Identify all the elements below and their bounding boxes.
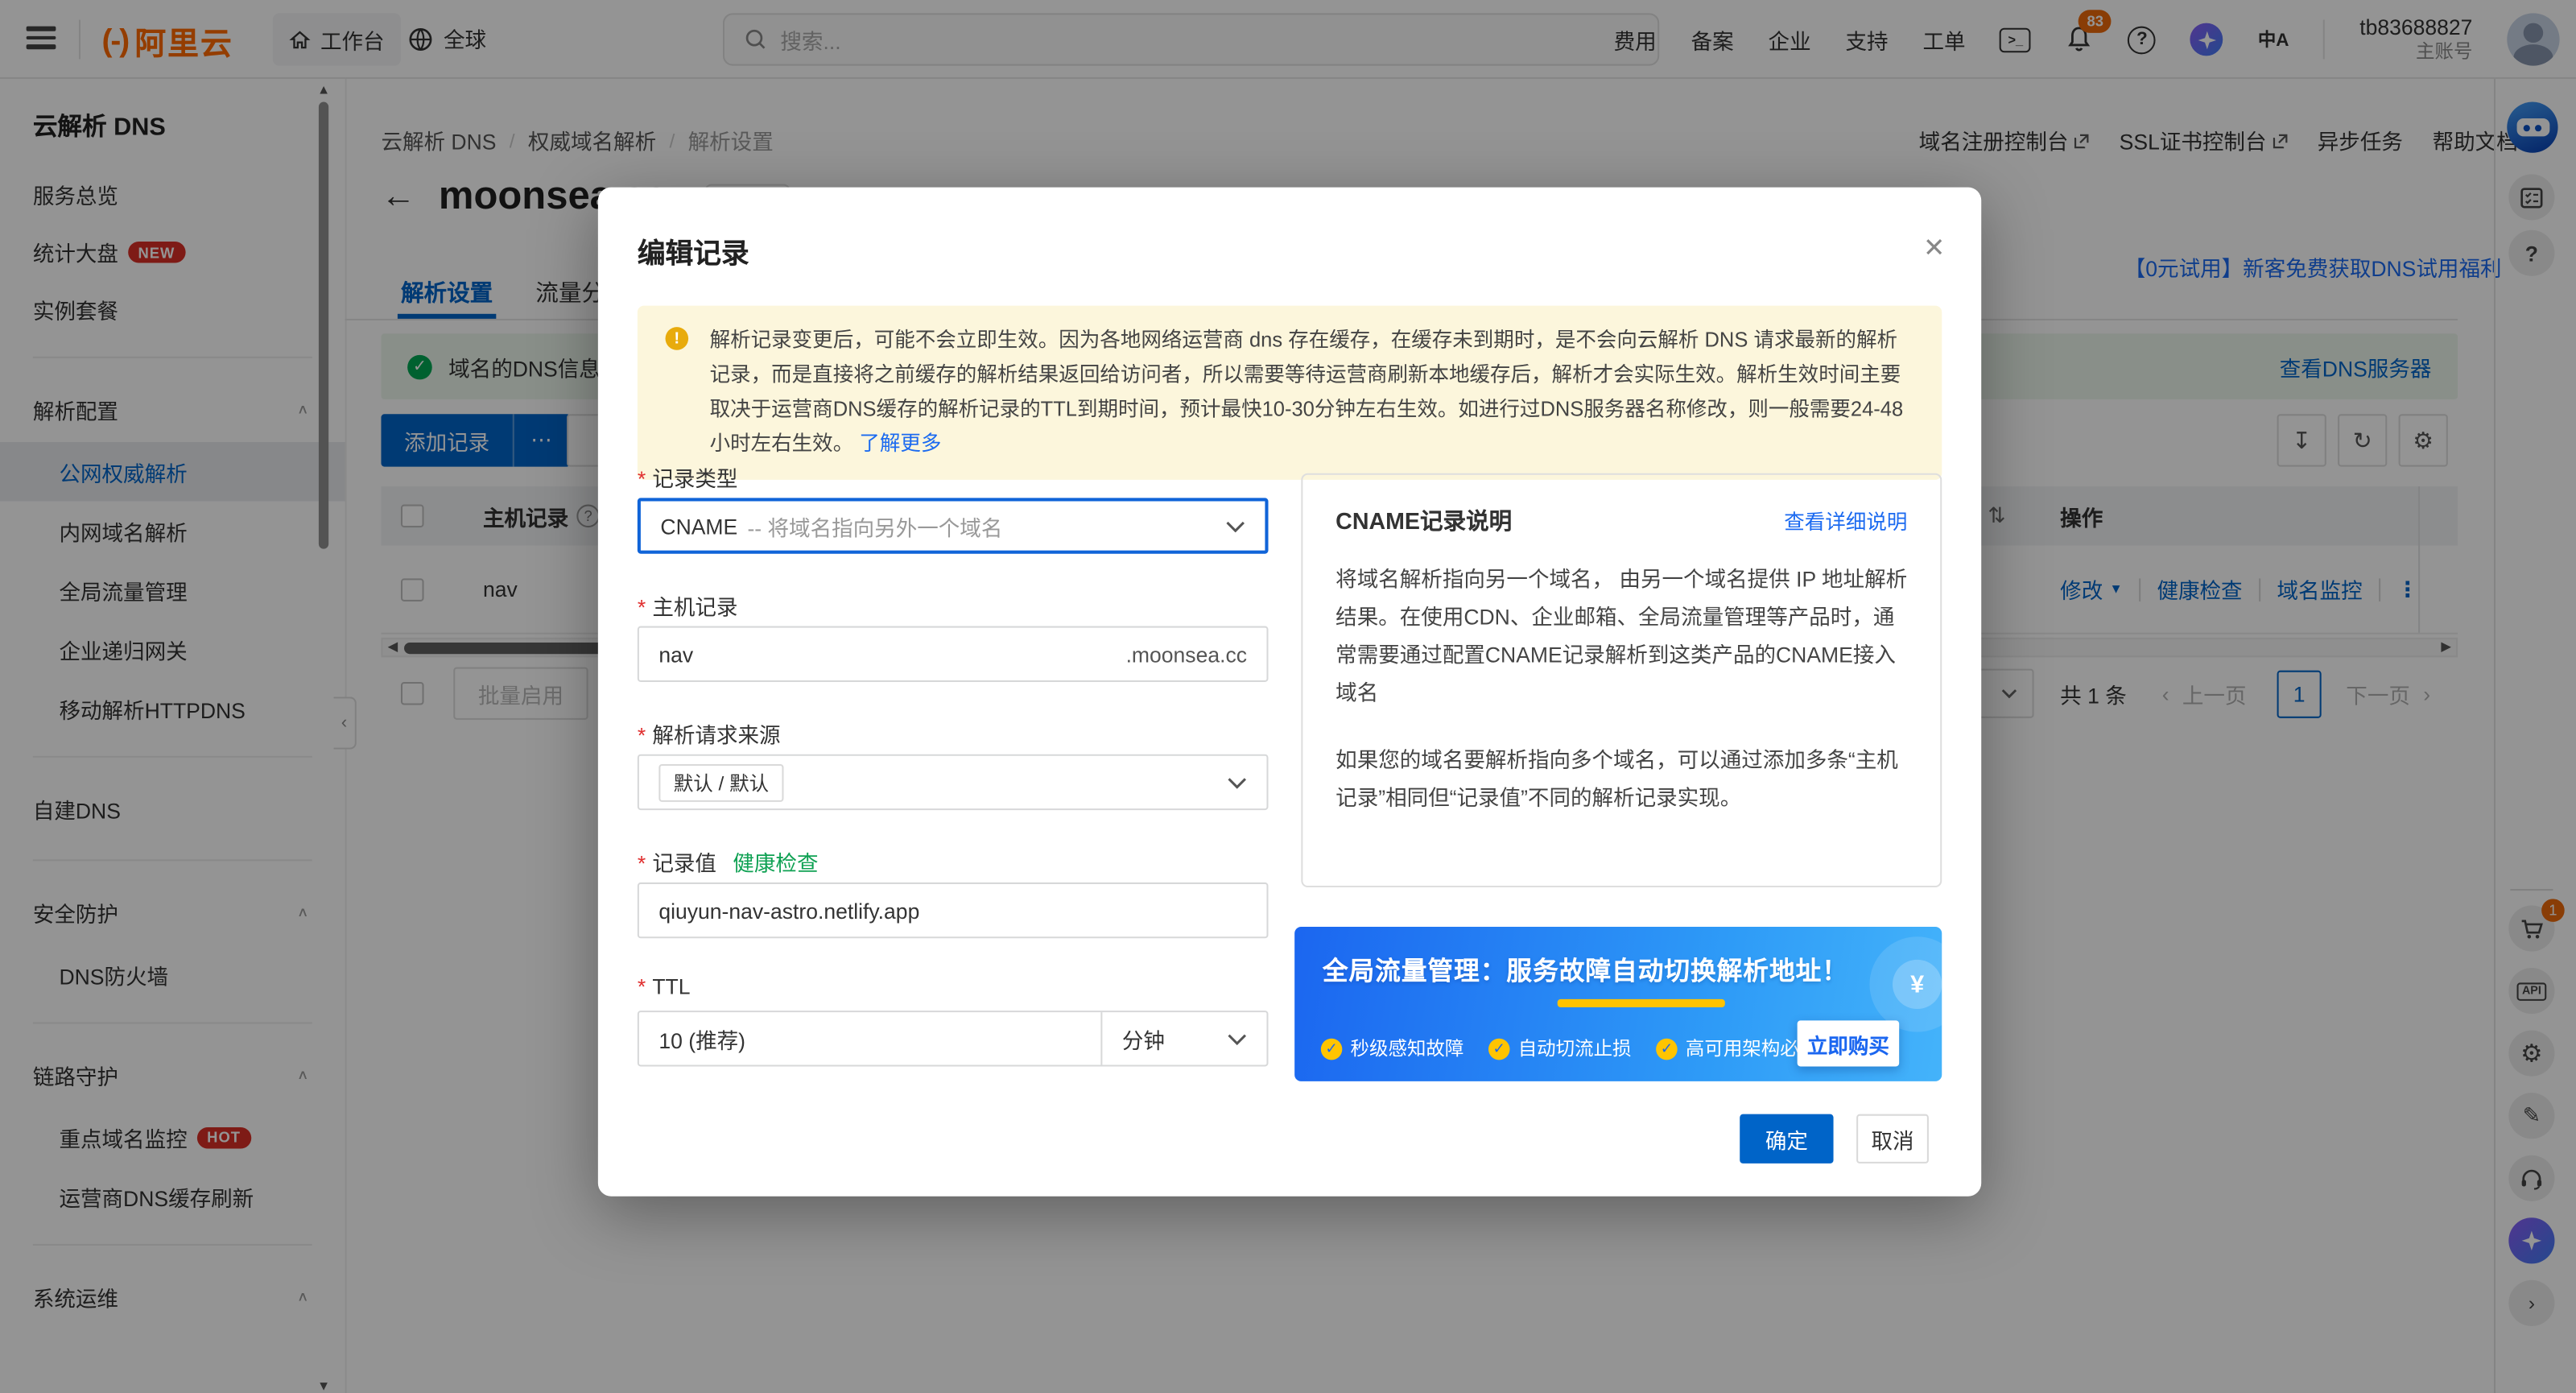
label-text: 主机记录 xyxy=(652,595,737,620)
health-check-link[interactable]: 健康检查 xyxy=(733,851,818,876)
ttl-unit-value: 分钟 xyxy=(1122,1023,1165,1054)
record-type-label: *记录类型 xyxy=(638,461,738,493)
check-icon: ✓ xyxy=(1656,1038,1678,1060)
dns-line-select[interactable]: 默认 / 默认 xyxy=(638,754,1269,810)
required-asterisk: * xyxy=(638,851,646,876)
record-type-hint: -- 将域名指向另外一个域名 xyxy=(747,510,1002,542)
required-asterisk: * xyxy=(638,467,646,492)
record-value-label: *记录值健康检查 xyxy=(638,846,819,878)
propagation-warning: ! 解析记录变更后，可能不会立即生效。因为各地网络运营商 dns 存在缓存，在缓… xyxy=(638,306,1942,480)
warning-icon: ! xyxy=(666,327,689,350)
view-details-link[interactable]: 查看详细说明 xyxy=(1784,505,1907,536)
record-type-select[interactable]: CNAME -- 将域名指向另外一个域名 xyxy=(638,498,1269,553)
host-record-input[interactable]: nav .moonsea.cc xyxy=(638,626,1269,682)
label-text: 记录值 xyxy=(652,851,716,876)
banner-check-item: ✓ 秒级感知故障 xyxy=(1321,1035,1464,1062)
dns-line-label: *解析请求来源 xyxy=(638,718,781,750)
required-asterisk: * xyxy=(638,723,646,748)
cname-info-card: CNAME记录说明 查看详细说明 将域名解析指向另一个域名， 由另一个域名提供 … xyxy=(1301,473,1942,887)
close-icon[interactable]: ✕ xyxy=(1923,232,1945,265)
banner-check-item: ✓高可用架构必用 xyxy=(1656,1035,1818,1062)
banner-checks: ✓ 秒级感知故障 ✓ 自动切流止损 ✓高可用架构必用 xyxy=(1321,1035,1818,1062)
record-type-value: CNAME xyxy=(660,514,737,539)
ttl-input[interactable]: 10 (推荐) xyxy=(639,1012,1103,1064)
check-icon: ✓ xyxy=(1321,1038,1343,1060)
banner-check-item: ✓ 自动切流止损 xyxy=(1488,1035,1632,1062)
host-record-label: *主机记录 xyxy=(638,590,738,622)
required-asterisk: * xyxy=(638,595,646,620)
modal-title: 编辑记录 xyxy=(638,230,749,271)
check-label: 自动切流止损 xyxy=(1518,1035,1632,1062)
banner-title: 全局流量管理：服务故障自动切换解析地址！ xyxy=(1323,952,1848,988)
chevron-down-icon xyxy=(1227,776,1246,787)
record-value-input[interactable]: qiuyun-nav-astro.netlify.app xyxy=(638,883,1269,938)
chevron-down-icon xyxy=(1227,1033,1246,1044)
check-icon: ✓ xyxy=(1488,1038,1510,1060)
label-text: 记录类型 xyxy=(652,467,737,492)
banner-underline xyxy=(1558,999,1725,1007)
check-label: 秒级感知故障 xyxy=(1351,1035,1464,1062)
host-record-suffix: .moonsea.cc xyxy=(1126,642,1247,667)
host-record-value: nav xyxy=(658,642,693,667)
app-root: (-) 阿里云 工作台 全球 搜索... 费用 备案 企业 支持 工单 >_ 8… xyxy=(0,0,2576,1393)
gtm-promo-banner[interactable]: ¥ 全局流量管理：服务故障自动切换解析地址！ ✓ 秒级感知故障 ✓ 自动切流止损 ✓… xyxy=(1294,927,1942,1081)
label-text: 解析请求来源 xyxy=(652,723,780,748)
cancel-button[interactable]: 取消 xyxy=(1856,1114,1929,1164)
confirm-button[interactable]: 确定 xyxy=(1740,1114,1833,1164)
cname-card-paragraph: 如果您的域名要解析指向多个域名，可以通过添加多条“主机记录”相同但“记录值”不同… xyxy=(1335,741,1907,816)
ttl-label: *TTL xyxy=(638,974,691,999)
learn-more-link[interactable]: 了解更多 xyxy=(859,432,941,456)
record-value-text: qiuyun-nav-astro.netlify.app xyxy=(658,898,919,923)
edit-record-modal: 编辑记录 ✕ ! 解析记录变更后，可能不会立即生效。因为各地网络运营商 dns … xyxy=(598,188,1981,1197)
dns-line-tag: 默认 / 默认 xyxy=(658,763,783,801)
required-asterisk: * xyxy=(638,974,646,999)
chevron-down-icon xyxy=(1225,520,1245,531)
ttl-field: 10 (推荐) 分钟 xyxy=(638,1011,1269,1066)
ttl-unit-select[interactable]: 分钟 xyxy=(1102,1012,1266,1064)
buy-now-button[interactable]: 立即购买 xyxy=(1798,1020,1900,1066)
cname-card-paragraph: 将域名解析指向另一个域名， 由另一个域名提供 IP 地址解析结果。在使用CDN、… xyxy=(1335,560,1907,712)
yen-icon: ¥ xyxy=(1893,960,1942,1009)
label-text: TTL xyxy=(652,974,690,999)
